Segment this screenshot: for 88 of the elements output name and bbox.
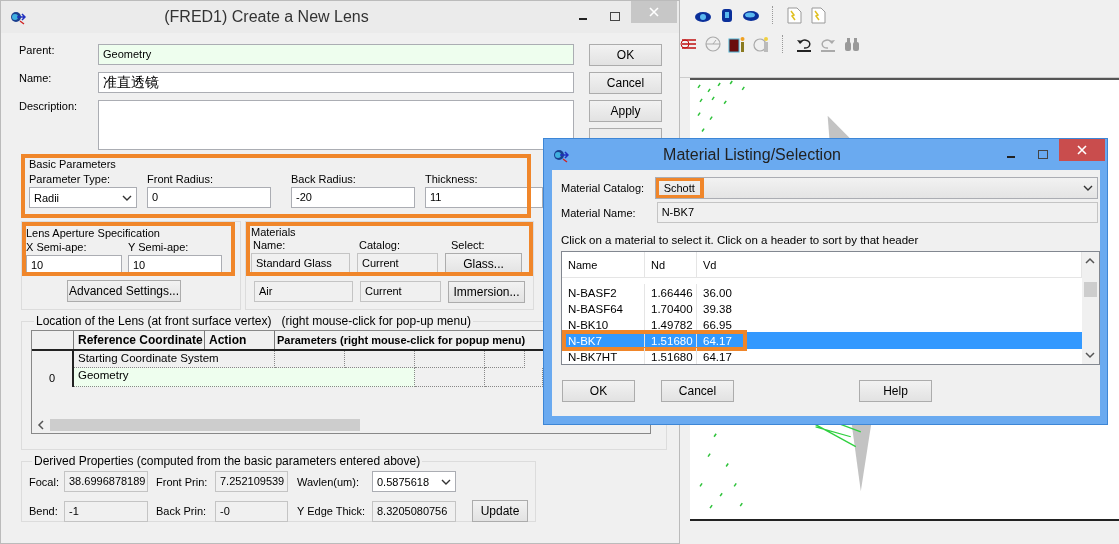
field-label: Bend: xyxy=(29,505,59,517)
field-label: Material Catalog: xyxy=(561,182,646,194)
catalog-field[interactable]: Current xyxy=(357,253,438,274)
table-cell[interactable]: Geometry xyxy=(74,368,415,387)
close-icon xyxy=(648,6,660,18)
wavelength-dropdown[interactable]: 0.5875618 xyxy=(372,471,456,492)
back-prin-field[interactable]: -0 xyxy=(215,500,288,522)
material-name-field[interactable]: Air xyxy=(254,281,353,302)
material-name-field[interactable]: N-BK7 xyxy=(656,202,1098,223)
field-label: Description: xyxy=(19,100,79,112)
focal-field[interactable]: 38.6996878189 xyxy=(64,471,148,492)
lightning-document-icon[interactable] xyxy=(785,5,803,24)
table-row[interactable]: N-BASF64 1.70400 39.38 xyxy=(562,300,1084,317)
column-header[interactable]: Reference Coordinate xyxy=(74,331,205,349)
field-label: Back Prin: xyxy=(156,505,208,517)
close-button[interactable] xyxy=(1059,138,1105,161)
app-icon xyxy=(10,9,26,25)
scroll-left-icon[interactable] xyxy=(36,420,46,430)
scroll-up-icon[interactable] xyxy=(1085,256,1095,266)
scroll-down-icon[interactable] xyxy=(1085,350,1095,360)
group-title: Lens Aperture Specification xyxy=(26,227,161,239)
group-title: Basic Parameters xyxy=(29,158,117,170)
column-label: Catalog: xyxy=(358,239,401,251)
front-prin-field[interactable]: 7.252109539 xyxy=(215,471,288,492)
group-title: Location of the Lens (at front surface vertex) (right mouse-click for pop-up menu) xyxy=(35,314,472,328)
input-field[interactable]: -20 xyxy=(291,187,415,208)
select-button[interactable]: Glass... xyxy=(445,253,522,275)
update-button[interactable]: Update xyxy=(472,500,528,522)
field-label: Back Radius: xyxy=(291,173,357,185)
parent-field[interactable]: Geometry xyxy=(98,44,574,65)
window-title: (FRED1) Create a New Lens xyxy=(163,8,370,26)
lightning-document-icon[interactable] xyxy=(809,5,827,24)
field-label: X Semi-ape: xyxy=(26,241,88,253)
column-header[interactable]: Action xyxy=(205,331,275,349)
field-label: Front Prin: xyxy=(156,475,209,488)
table-cell[interactable] xyxy=(485,351,525,368)
column-label: Select: xyxy=(450,239,486,251)
button[interactable]: Cancel xyxy=(589,72,662,94)
input-field[interactable]: 11 xyxy=(425,187,543,208)
bend-field[interactable]: -1 xyxy=(64,500,148,522)
group-title: Derived Properties (computed from the basic parameters entered above) xyxy=(33,454,422,468)
parameter-type-dropdown[interactable]: Radii xyxy=(29,187,137,208)
window-title: Material Listing/Selection xyxy=(662,145,842,164)
button[interactable]: Help xyxy=(859,380,932,402)
table-cell[interactable] xyxy=(415,351,485,368)
name-field[interactable]: 准直透镜 xyxy=(98,72,574,93)
catalog-field[interactable]: Current xyxy=(360,281,441,302)
field-label: Name: xyxy=(19,72,53,84)
button[interactable]: Apply xyxy=(589,100,662,122)
catalog-dropdown[interactable]: Schott xyxy=(654,177,1098,199)
dial-candle-icon[interactable] xyxy=(752,34,770,53)
y-edge-thick-field[interactable]: 8.3205080756 xyxy=(372,500,456,522)
instruction-text: Click on a material to select it. Click on a header to sort by that header xyxy=(561,234,920,246)
maximize-icon[interactable] xyxy=(609,11,621,23)
description-field[interactable] xyxy=(98,100,574,150)
table-row[interactable]: N-BASF2 1.66446 36.00 xyxy=(562,284,1084,301)
field-label: Front Radius: xyxy=(147,173,215,185)
select-button[interactable]: Immersion... xyxy=(448,281,525,303)
field-label: Material Name: xyxy=(561,206,637,219)
table-row[interactable]: N-BK10 1.49782 66.95 xyxy=(562,316,1084,333)
table-row[interactable]: N-BK7HT 1.51680 64.17 xyxy=(562,348,1084,364)
field-label: Y Edge Thick: xyxy=(297,505,367,517)
maximize-icon[interactable] xyxy=(1037,148,1049,161)
close-icon xyxy=(1076,143,1088,156)
material-name-field[interactable]: Standard Glass xyxy=(251,253,350,274)
field-label: Y Semi-ape: xyxy=(128,241,190,253)
button[interactable] xyxy=(589,128,662,139)
table-cell[interactable] xyxy=(415,368,485,387)
group-title: Materials xyxy=(251,226,297,238)
field-label: Wavlen(um): xyxy=(297,475,360,488)
scrollbar-thumb[interactable] xyxy=(1084,282,1097,297)
column-label: Name: xyxy=(252,239,287,251)
field-label: Parent: xyxy=(19,44,56,56)
field-label: Thickness: xyxy=(425,173,479,185)
column-header[interactable]: Parameters (right mouse-click for popup menu) xyxy=(275,331,545,349)
column-header[interactable]: Nd xyxy=(645,252,697,277)
input-field[interactable]: 0 xyxy=(147,187,271,208)
dial-icon[interactable] xyxy=(704,34,722,53)
button[interactable]: OK xyxy=(562,380,635,402)
field-label: Parameter Type: xyxy=(29,173,112,185)
button[interactable]: Cancel xyxy=(661,380,734,402)
vertical-scrollbar[interactable] xyxy=(1082,252,1099,364)
advanced-settings-button[interactable]: Advanced Settings... xyxy=(67,280,181,302)
column-header[interactable]: Name xyxy=(562,252,645,277)
button[interactable]: OK xyxy=(589,44,662,66)
field-label: Focal: xyxy=(29,475,60,488)
box-candle-icon[interactable] xyxy=(728,34,746,53)
scrollbar-thumb[interactable] xyxy=(50,419,360,431)
